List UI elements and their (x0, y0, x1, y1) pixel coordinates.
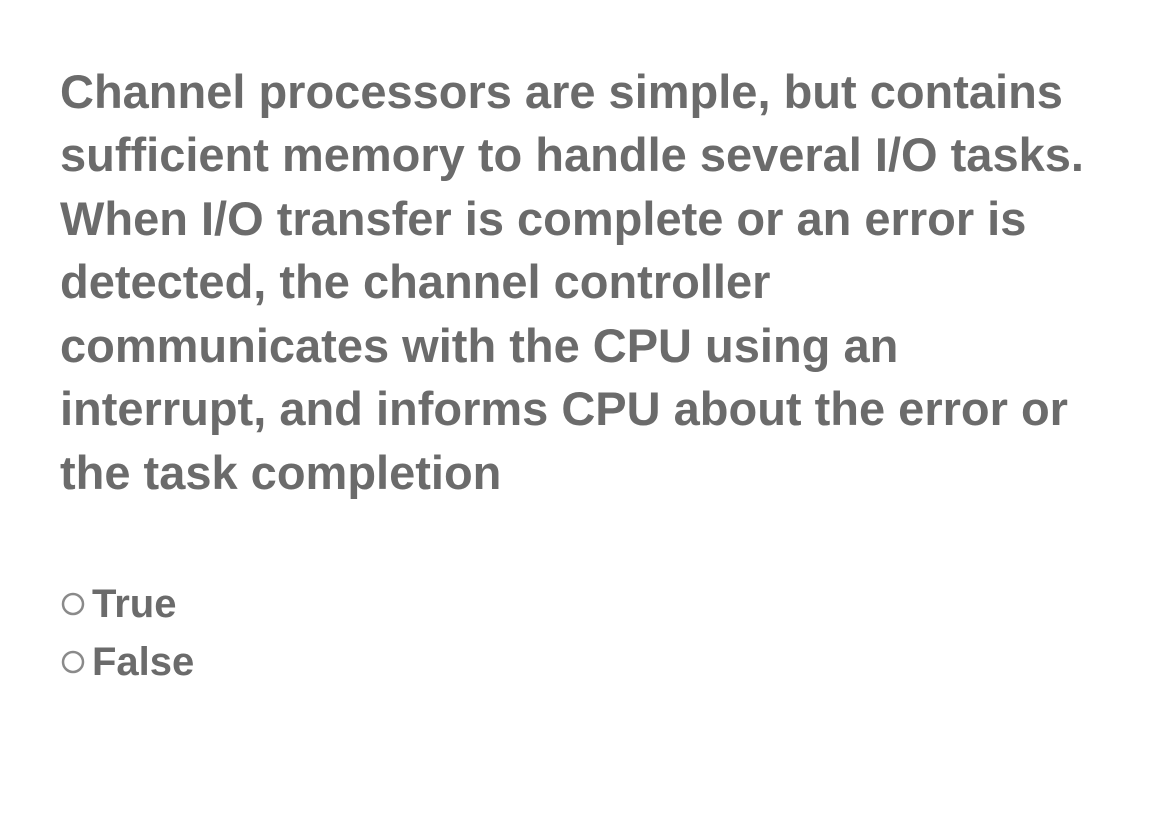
question-text: Channel processors are simple, but conta… (60, 60, 1110, 504)
option-true[interactable]: True (60, 584, 1110, 624)
option-false[interactable]: False (60, 642, 1110, 682)
option-label: False (92, 642, 194, 682)
options-group: True False (60, 584, 1110, 682)
radio-icon (60, 649, 86, 675)
option-label: True (92, 584, 176, 624)
radio-icon (60, 591, 86, 617)
